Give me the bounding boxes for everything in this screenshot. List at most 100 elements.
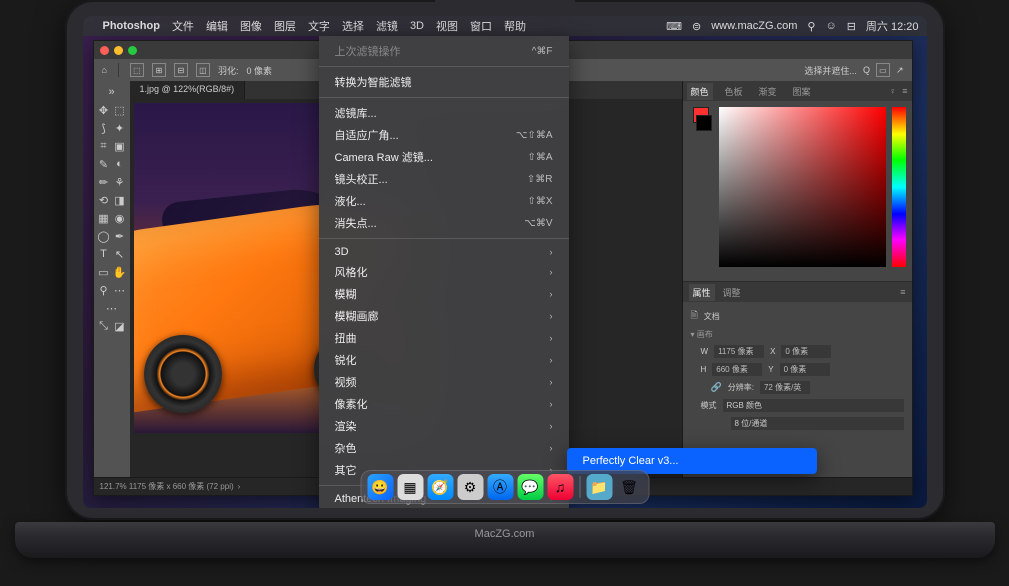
brush-tool-icon[interactable]: ✏ [96,173,112,191]
frame-tool-icon[interactable]: ▣ [112,137,128,155]
menu-camera-raw-filter[interactable]: Camera Raw 滤镜...⇧⌘A [319,146,569,168]
menu-sharpen-submenu[interactable]: 锐化› [319,349,569,371]
panel-menu-icon[interactable]: ≡ [902,86,907,96]
y-value[interactable]: 0 像素 [780,363,830,376]
tab-adjustments[interactable]: 调整 [723,286,741,299]
fgbg-default-icon[interactable]: ◪ [112,317,128,335]
minimize-button[interactable] [114,46,123,55]
wand-tool-icon[interactable]: ✦ [112,119,128,137]
menu-video-submenu[interactable]: 视频› [319,371,569,393]
menu-stylize-submenu[interactable]: 风格化› [319,261,569,283]
marquee-tool-icon[interactable]: ⬚ [112,101,128,119]
menu-distort-submenu[interactable]: 扭曲› [319,327,569,349]
tab-properties[interactable]: 属性 [689,284,715,301]
menu-liquify[interactable]: 液化...⇧⌘X [319,190,569,212]
bit-depth-select[interactable]: 8 位/通道 [731,417,904,430]
dock-downloads-icon[interactable]: 📁 [586,474,612,500]
more-tools-icon[interactable]: ⋯ [112,281,128,299]
wifi-icon[interactable]: ⊜ [692,20,701,33]
menu-select[interactable]: 选择 [342,18,364,34]
dock-appstore-icon[interactable]: Ⓐ [487,474,513,500]
menu-help[interactable]: 帮助 [504,18,526,34]
feather-value[interactable]: 0 像素 [246,64,272,77]
selection-subtract-icon[interactable]: ⊟ [174,63,188,77]
user-icon[interactable]: ☺ [825,20,836,32]
bulb-icon[interactable]: ♀ [889,86,896,96]
menu-vanishing-point[interactable]: 消失点...⌥⌘V [319,212,569,234]
menu-3d[interactable]: 3D [410,20,424,32]
resolution-value[interactable]: 72 像素/英 [760,381,810,394]
menu-file[interactable]: 文件 [172,18,194,34]
menu-view[interactable]: 视图 [436,18,458,34]
edit-toolbar-icon[interactable]: ⋯ [94,299,130,317]
tab-swatches[interactable]: 色板 [721,83,747,100]
move-tool-icon[interactable]: ✥ [96,101,112,119]
menu-lens-correction[interactable]: 镜头校正...⇧⌘R [319,168,569,190]
dodge-tool-icon[interactable]: ◯ [96,227,112,245]
app-name[interactable]: Photoshop [103,20,160,32]
workspace-icon[interactable]: ▭ [876,63,890,77]
menu-adaptive-wide-angle[interactable]: 自适应广角...⌥⇧⌘A [319,124,569,146]
menu-filter[interactable]: 滤镜 [376,18,398,34]
control-center-icon[interactable]: ⊟ [847,20,856,33]
maximize-button[interactable] [128,46,137,55]
height-value[interactable]: 660 像素 [712,363,762,376]
history-brush-tool-icon[interactable]: ⟲ [96,191,112,209]
zoom-tool-icon[interactable]: ⚲ [96,281,112,299]
background-swatch[interactable] [696,115,712,131]
status-arrow-icon[interactable]: › [238,482,241,491]
shape-tool-icon[interactable]: ▭ [96,263,112,281]
dock-trash-icon[interactable]: 🗑 [616,474,642,500]
menu-layer[interactable]: 图层 [274,18,296,34]
menu-convert-smart-filter[interactable]: 转换为智能滤镜 [319,71,569,93]
clock[interactable]: 周六 12:20 [866,18,919,34]
close-button[interactable] [100,46,109,55]
dock-music-icon[interactable]: ♫ [547,474,573,500]
path-select-tool-icon[interactable]: ↖ [112,245,128,263]
color-mode-select[interactable]: RGB 颜色 [723,399,904,412]
pen-tool-icon[interactable]: ✒ [112,227,128,245]
menu-type[interactable]: 文字 [308,18,330,34]
menu-3d-submenu[interactable]: 3D› [319,243,569,261]
tools-collapse-icon[interactable]: » [94,83,130,101]
type-tool-icon[interactable]: T [96,245,112,263]
blur-tool-icon[interactable]: ◉ [112,209,128,227]
crop-tool-icon[interactable]: ⌗ [96,137,112,155]
menu-filter-gallery[interactable]: 滤镜库... [319,102,569,124]
menu-perfectly-clear[interactable]: Perfectly Clear v3... [567,452,817,470]
dock-finder-icon[interactable]: 😀 [367,474,393,500]
hand-tool-icon[interactable]: ✋ [112,263,128,281]
menu-render-submenu[interactable]: 渲染› [319,415,569,437]
home-icon[interactable]: ⌂ [102,65,107,75]
gradient-tool-icon[interactable]: ▦ [96,209,112,227]
selection-mode-icon[interactable]: ⬚ [130,63,144,77]
color-field[interactable] [719,107,886,267]
menu-blur-gallery-submenu[interactable]: 模糊画廊› [319,305,569,327]
eyedropper-tool-icon[interactable]: ✎ [96,155,112,173]
share-icon[interactable]: ↗ [896,65,904,76]
menu-window[interactable]: 窗口 [470,18,492,34]
document-tab[interactable]: 1.jpg @ 122%(RGB/8#) [130,81,246,99]
tab-gradients[interactable]: 渐变 [755,83,781,100]
link-icon[interactable]: 🔗 [711,382,722,393]
fgbg-swap-icon[interactable]: ⤡ [96,317,112,335]
menu-edit[interactable]: 编辑 [206,18,228,34]
panel-menu-icon[interactable]: ≡ [900,287,905,297]
keyboard-icon[interactable]: ⌨ [666,20,682,33]
dock-launchpad-icon[interactable]: ▦ [397,474,423,500]
menu-image[interactable]: 图像 [240,18,262,34]
menu-noise-submenu[interactable]: 杂色› [319,437,569,459]
eraser-tool-icon[interactable]: ◨ [112,191,128,209]
dock-settings-icon[interactable]: ⚙ [457,474,483,500]
width-value[interactable]: 1175 像素 [714,345,764,358]
x-value[interactable]: 0 像素 [781,345,831,358]
selection-intersect-icon[interactable]: ◫ [196,63,210,77]
heal-tool-icon[interactable]: ◐ [112,155,128,173]
menu-pixelate-submenu[interactable]: 像素化› [319,393,569,415]
search-icon[interactable]: Q [863,65,870,75]
tab-patterns[interactable]: 图案 [789,83,815,100]
select-and-mask-button[interactable]: 选择并遮住... [804,64,857,77]
selection-add-icon[interactable]: ⊞ [152,63,166,77]
tab-color[interactable]: 颜色 [687,83,713,100]
lasso-tool-icon[interactable]: ⟆ [96,119,112,137]
